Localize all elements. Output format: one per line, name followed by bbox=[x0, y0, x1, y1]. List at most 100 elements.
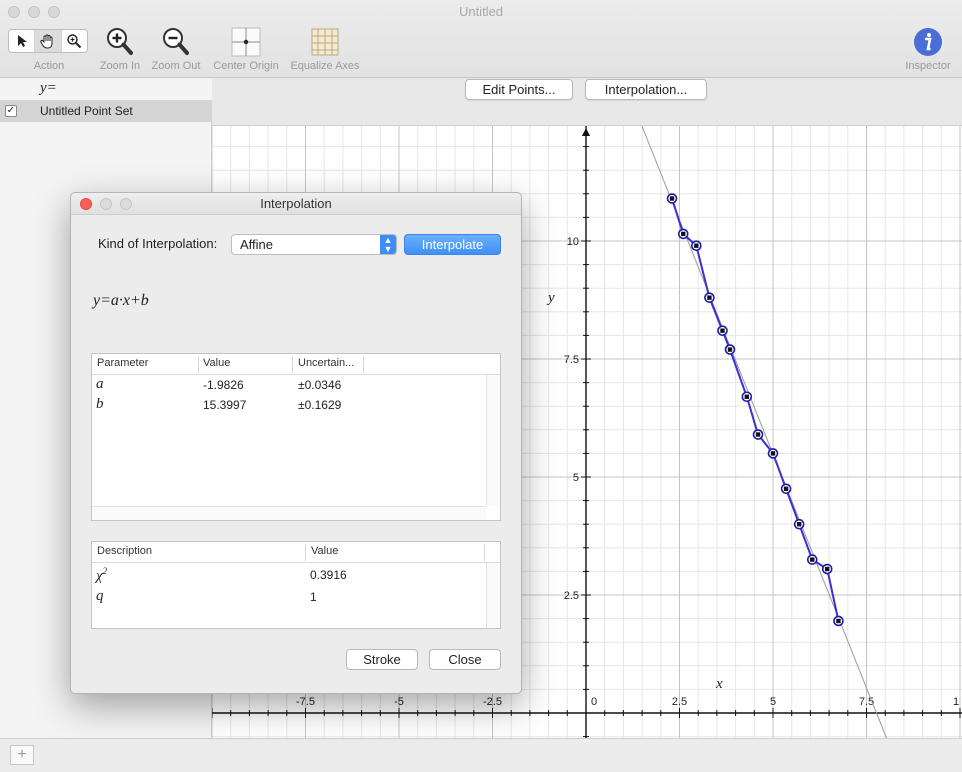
column-header-description[interactable]: Description bbox=[97, 545, 152, 557]
interpolation-kind-value: Affine bbox=[240, 237, 274, 252]
toolbar: Untitled Action Zoom In Zoom Out Center bbox=[0, 0, 962, 78]
function-label: y= bbox=[40, 80, 57, 96]
x-tick-label: 0 bbox=[591, 696, 597, 708]
window-title: Untitled bbox=[458, 4, 504, 19]
parameter-table-hscroll[interactable] bbox=[92, 506, 486, 520]
interpolation-formula: y=a·x+b bbox=[93, 292, 149, 309]
inspector-label: Inspector bbox=[905, 60, 951, 72]
hand-icon bbox=[40, 34, 53, 49]
column-header-value[interactable]: Value bbox=[203, 357, 230, 369]
x-tick-label: -2.5 bbox=[483, 696, 502, 708]
data-point[interactable] bbox=[704, 292, 715, 303]
data-point[interactable] bbox=[821, 563, 833, 575]
description-value: 1 bbox=[310, 590, 317, 604]
data-point[interactable] bbox=[741, 391, 753, 403]
description-value: 0.3916 bbox=[310, 568, 347, 582]
data-point[interactable] bbox=[793, 518, 805, 530]
close-button[interactable]: Close bbox=[429, 649, 501, 670]
dialog-title: Interpolation bbox=[260, 196, 332, 211]
description-table-vscroll[interactable] bbox=[486, 563, 500, 628]
data-point[interactable] bbox=[724, 344, 736, 355]
dialog-minimize-button[interactable] bbox=[100, 198, 112, 210]
param-name: a bbox=[96, 376, 104, 392]
point-set-label: Untitled Point Set bbox=[40, 104, 133, 118]
center-origin-icon bbox=[231, 27, 261, 57]
zoom-in-icon bbox=[107, 28, 133, 55]
data-point[interactable] bbox=[833, 615, 844, 627]
y-axis-label: y bbox=[546, 290, 555, 306]
arrow-cursor-icon bbox=[17, 35, 27, 47]
data-point[interactable] bbox=[677, 228, 689, 240]
magnify-tool-button[interactable] bbox=[62, 30, 87, 52]
param-name: b bbox=[96, 396, 104, 412]
x-tick-label: 2.5 bbox=[672, 696, 687, 708]
equalize-axes-button[interactable]: Equalize Axes bbox=[288, 26, 362, 72]
zoom-out-icon bbox=[163, 28, 189, 55]
select-arrows-icon: ▲ ▼ bbox=[380, 235, 396, 254]
arrow-tool-button[interactable] bbox=[9, 30, 36, 52]
bottom-bar: + bbox=[0, 738, 962, 772]
equalize-axes-label: Equalize Axes bbox=[290, 60, 360, 72]
parameter-table-header: Parameter Value Uncertain... bbox=[92, 354, 500, 375]
description-name: q bbox=[96, 588, 104, 604]
data-point[interactable] bbox=[806, 554, 818, 565]
sidebar-function-row[interactable]: y= bbox=[0, 78, 212, 100]
data-point[interactable] bbox=[767, 448, 779, 459]
info-icon bbox=[914, 28, 942, 56]
y-tick-label: 2.5 bbox=[564, 590, 579, 602]
equalize-axes-icon bbox=[311, 28, 339, 56]
x-tick-label: 1 bbox=[953, 696, 959, 708]
column-header-desc-value[interactable]: Value bbox=[311, 545, 338, 557]
edit-points-button[interactable]: Edit Points... bbox=[465, 79, 573, 100]
zoom-in-label: Zoom In bbox=[99, 60, 141, 72]
y-tick-label: 10 bbox=[567, 236, 579, 248]
dialog-title-bar: Interpolation bbox=[71, 193, 521, 215]
data-point[interactable] bbox=[752, 429, 764, 440]
x-tick-label: -7.5 bbox=[296, 696, 315, 708]
data-point[interactable] bbox=[717, 325, 728, 336]
magnifier-plus-icon bbox=[67, 34, 82, 49]
graph-header: Edit Points... Interpolation... bbox=[212, 78, 962, 126]
action-label: Action bbox=[33, 60, 65, 72]
center-origin-label: Center Origin bbox=[213, 60, 279, 72]
description-table[interactable]: Description Value χ2 0.3916 q 1 bbox=[91, 541, 501, 629]
kind-of-interpolation-label: Kind of Interpolation: bbox=[98, 236, 218, 251]
interpolate-button[interactable]: Interpolate bbox=[404, 234, 501, 255]
column-header-parameter[interactable]: Parameter bbox=[97, 357, 148, 369]
data-point[interactable] bbox=[666, 193, 678, 204]
add-button[interactable]: + bbox=[10, 745, 34, 765]
zoom-in-button[interactable]: Zoom In bbox=[96, 26, 144, 72]
interpolation-kind-select[interactable]: Affine ▲ ▼ bbox=[231, 234, 397, 255]
app-window: Untitled Action Zoom In Zoom Out Center bbox=[0, 0, 962, 772]
action-segmented-control[interactable] bbox=[8, 29, 88, 53]
x-tick-label: 5 bbox=[770, 696, 776, 708]
center-origin-button[interactable]: Center Origin bbox=[208, 26, 284, 72]
y-tick-label: 5 bbox=[573, 472, 579, 484]
inspector-button[interactable]: Inspector bbox=[898, 26, 958, 72]
description-table-header: Description Value bbox=[92, 542, 500, 563]
parameter-table-vscroll[interactable] bbox=[486, 375, 500, 506]
stroke-button[interactable]: Stroke bbox=[346, 649, 418, 670]
x-axis-label: x bbox=[715, 676, 723, 692]
param-value: -1.9826 bbox=[203, 378, 244, 392]
point-set-checkbox[interactable]: ✓ bbox=[5, 105, 17, 117]
action-toolbar-item: Action bbox=[24, 58, 74, 72]
sidebar-item-point-set[interactable]: ✓ Untitled Point Set bbox=[0, 100, 212, 122]
interpolation-dialog: Interpolation Kind of Interpolation: Aff… bbox=[70, 192, 522, 694]
dialog-zoom-button[interactable] bbox=[120, 198, 132, 210]
description-name: χ2 bbox=[96, 566, 108, 584]
interpolation-button[interactable]: Interpolation... bbox=[585, 79, 707, 100]
parameter-table[interactable]: Parameter Value Uncertain... a -1.9826 ±… bbox=[91, 353, 501, 521]
param-uncertainty: ±0.1629 bbox=[298, 398, 342, 412]
zoom-out-button[interactable]: Zoom Out bbox=[148, 26, 204, 72]
x-tick-label: -5 bbox=[394, 696, 404, 708]
column-header-uncertainty[interactable]: Uncertain... bbox=[298, 357, 354, 369]
hand-tool-button[interactable] bbox=[35, 30, 62, 52]
zoom-out-label: Zoom Out bbox=[151, 60, 201, 72]
data-point[interactable] bbox=[780, 483, 792, 495]
data-point[interactable] bbox=[691, 240, 702, 252]
y-tick-label: 7.5 bbox=[564, 354, 579, 366]
param-uncertainty: ±0.0346 bbox=[298, 378, 342, 392]
dialog-close-button[interactable] bbox=[80, 198, 92, 210]
param-value: 15.3997 bbox=[203, 398, 247, 412]
